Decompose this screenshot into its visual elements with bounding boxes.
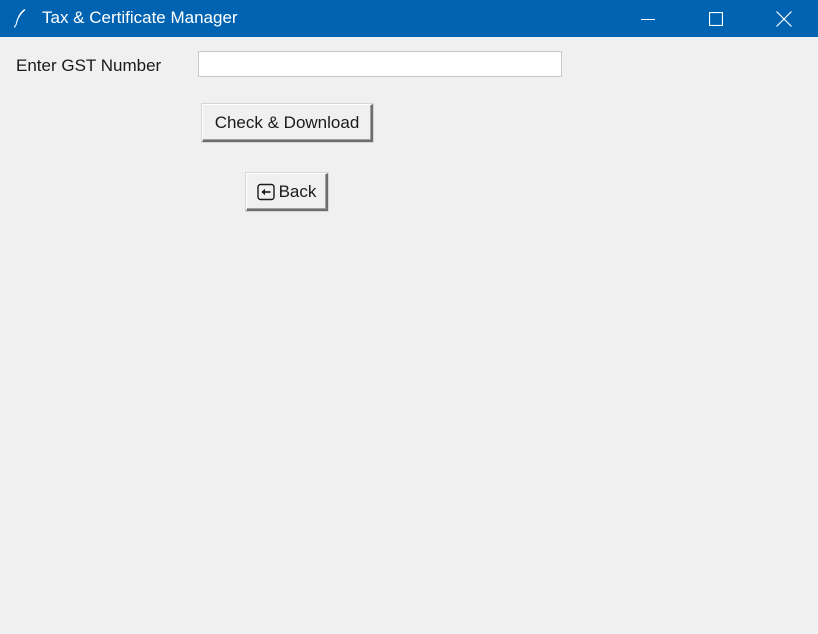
back-button-label: Back	[278, 181, 317, 201]
gst-number-input[interactable]	[198, 51, 562, 77]
back-arrow-icon	[256, 183, 275, 200]
close-button[interactable]	[750, 0, 818, 37]
feather-icon	[13, 9, 26, 28]
back-button[interactable]: Back	[246, 173, 328, 211]
check-download-label: Check & Download	[214, 112, 360, 132]
minimize-icon	[641, 18, 655, 20]
app-window: Tax & Certificate Manager Enter GST Numb…	[0, 0, 818, 634]
minimize-button[interactable]	[614, 0, 682, 37]
window-title: Tax & Certificate Manager	[42, 8, 238, 27]
check-download-button[interactable]: Check & Download	[202, 104, 373, 142]
title-bar[interactable]: Tax & Certificate Manager	[0, 0, 818, 37]
gst-number-label: Enter GST Number	[16, 56, 162, 75]
close-icon	[776, 10, 792, 27]
main-content: Enter GST Number Check & Download Back	[0, 37, 818, 634]
maximize-icon	[709, 11, 723, 26]
maximize-button[interactable]	[682, 0, 750, 37]
